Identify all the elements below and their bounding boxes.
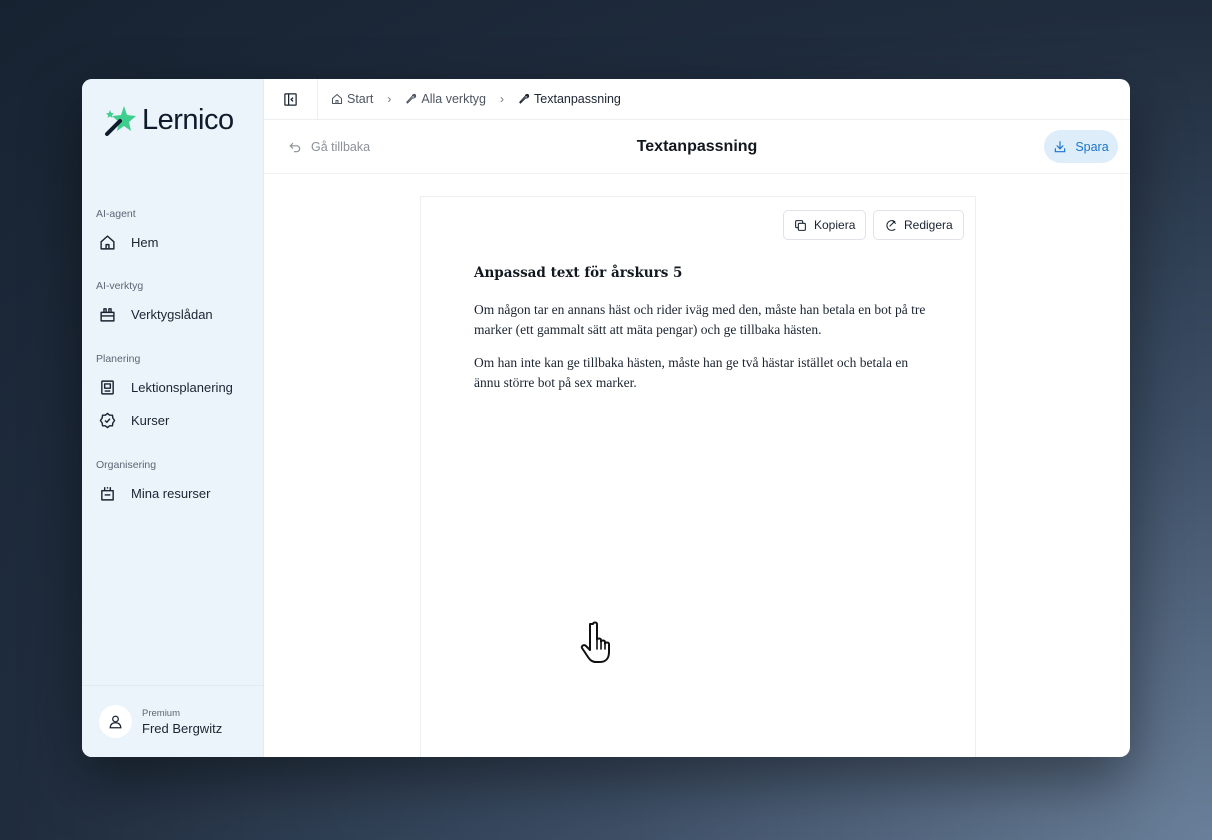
chevron-right-icon: › [387,92,392,106]
sidebar-item-label: Lektionsplanering [131,380,233,395]
course-badge-icon [99,412,116,429]
avatar [99,705,132,738]
user-icon [109,715,122,729]
edit-button[interactable]: Redigera [873,210,964,240]
nav-heading: AI-agent [96,208,136,220]
breadcrumb-alla-verktyg[interactable]: Alla verktyg [405,92,486,106]
save-label: Spara [1075,139,1109,154]
wrench-icon [406,93,417,104]
nav-heading: Organisering [96,459,157,471]
nav-section-organisering: Organisering Mina resurser [96,459,253,510]
document-panel: Kopiera Redigera Anpassad text för årsku… [420,196,976,757]
resources-icon [99,485,116,502]
document-paragraph: Om någon tar en annans häst och rider iv… [474,302,926,337]
chevron-right-icon: › [500,92,505,106]
copy-icon [795,219,806,231]
page-header: Gå tillbaka Textanpassning Spara [264,120,1130,174]
breadcrumb-label: Textanpassning [534,92,621,106]
sidebar-item-label: Kurser [131,413,170,428]
sidebar-item-lektionsplanering[interactable]: Lektionsplanering [96,371,253,404]
copy-button[interactable]: Kopiera [783,210,867,240]
home-icon [332,94,342,104]
breadcrumb-start[interactable]: Start [331,92,373,106]
download-icon [1055,140,1066,152]
logo[interactable]: Lernico [104,103,234,137]
logo-text: Lernico [142,103,234,136]
copy-label: Kopiera [814,218,856,232]
user-plan: Premium [142,707,181,719]
nav-section-planering: Planering Lektionsplanering Kurser [96,353,253,437]
nav-section-ai-verktyg: AI-verktyg Verktygslådan [96,280,253,331]
sidebar-item-label: Verktygslådan [131,307,213,322]
document-paragraph: Om han inte kan ge tillbaka hästen, måst… [474,355,909,390]
sidebar: Lernico AI-agent Hem AI-verktyg Verktygs… [82,79,264,757]
sidebar-item-verktygsladan[interactable]: Verktygslådan [96,298,253,331]
hand-pointer-icon [580,621,610,663]
nav-heading: AI-verktyg [96,280,144,292]
home-icon [99,234,116,251]
sidebar-item-label: Hem [131,235,159,250]
breadcrumb-label: Alla verktyg [421,92,487,106]
edit-label: Redigera [904,218,953,232]
main-content: Start › Alla verktyg › Textanpassning Gå… [264,79,1130,757]
document-heading: Anpassad text för årskurs 5 [474,265,683,281]
nav-section-ai-agent: AI-agent Hem [96,208,253,259]
edit-wand-icon [886,219,896,231]
toolbox-icon [99,306,116,323]
breadcrumb-label: Start [347,92,374,106]
logo-star-icon [105,106,136,136]
save-button[interactable]: Spara [1044,130,1118,163]
breadcrumb: Start › Alla verktyg › Textanpassning [318,92,621,106]
sidebar-toggle-icon [284,92,297,106]
sidebar-item-mina-resurser[interactable]: Mina resurser [96,477,253,510]
nav-heading: Planering [96,353,141,365]
sidebar-toggle-button[interactable] [264,79,318,120]
topbar: Start › Alla verktyg › Textanpassning [264,79,1130,120]
sidebar-item-hem[interactable]: Hem [96,226,253,259]
user-profile[interactable]: Premium Fred Bergwitz [82,685,263,757]
page-title: Textanpassning [636,137,758,155]
user-info: Premium Fred Bergwitz [142,708,222,736]
breadcrumb-textanpassning[interactable]: Textanpassning [518,92,621,106]
user-name: Fred Bergwitz [142,720,223,736]
lesson-plan-icon [99,379,116,396]
sidebar-item-kurser[interactable]: Kurser [96,404,253,437]
sidebar-item-label: Mina resurser [131,486,211,501]
wrench-icon [519,93,530,104]
